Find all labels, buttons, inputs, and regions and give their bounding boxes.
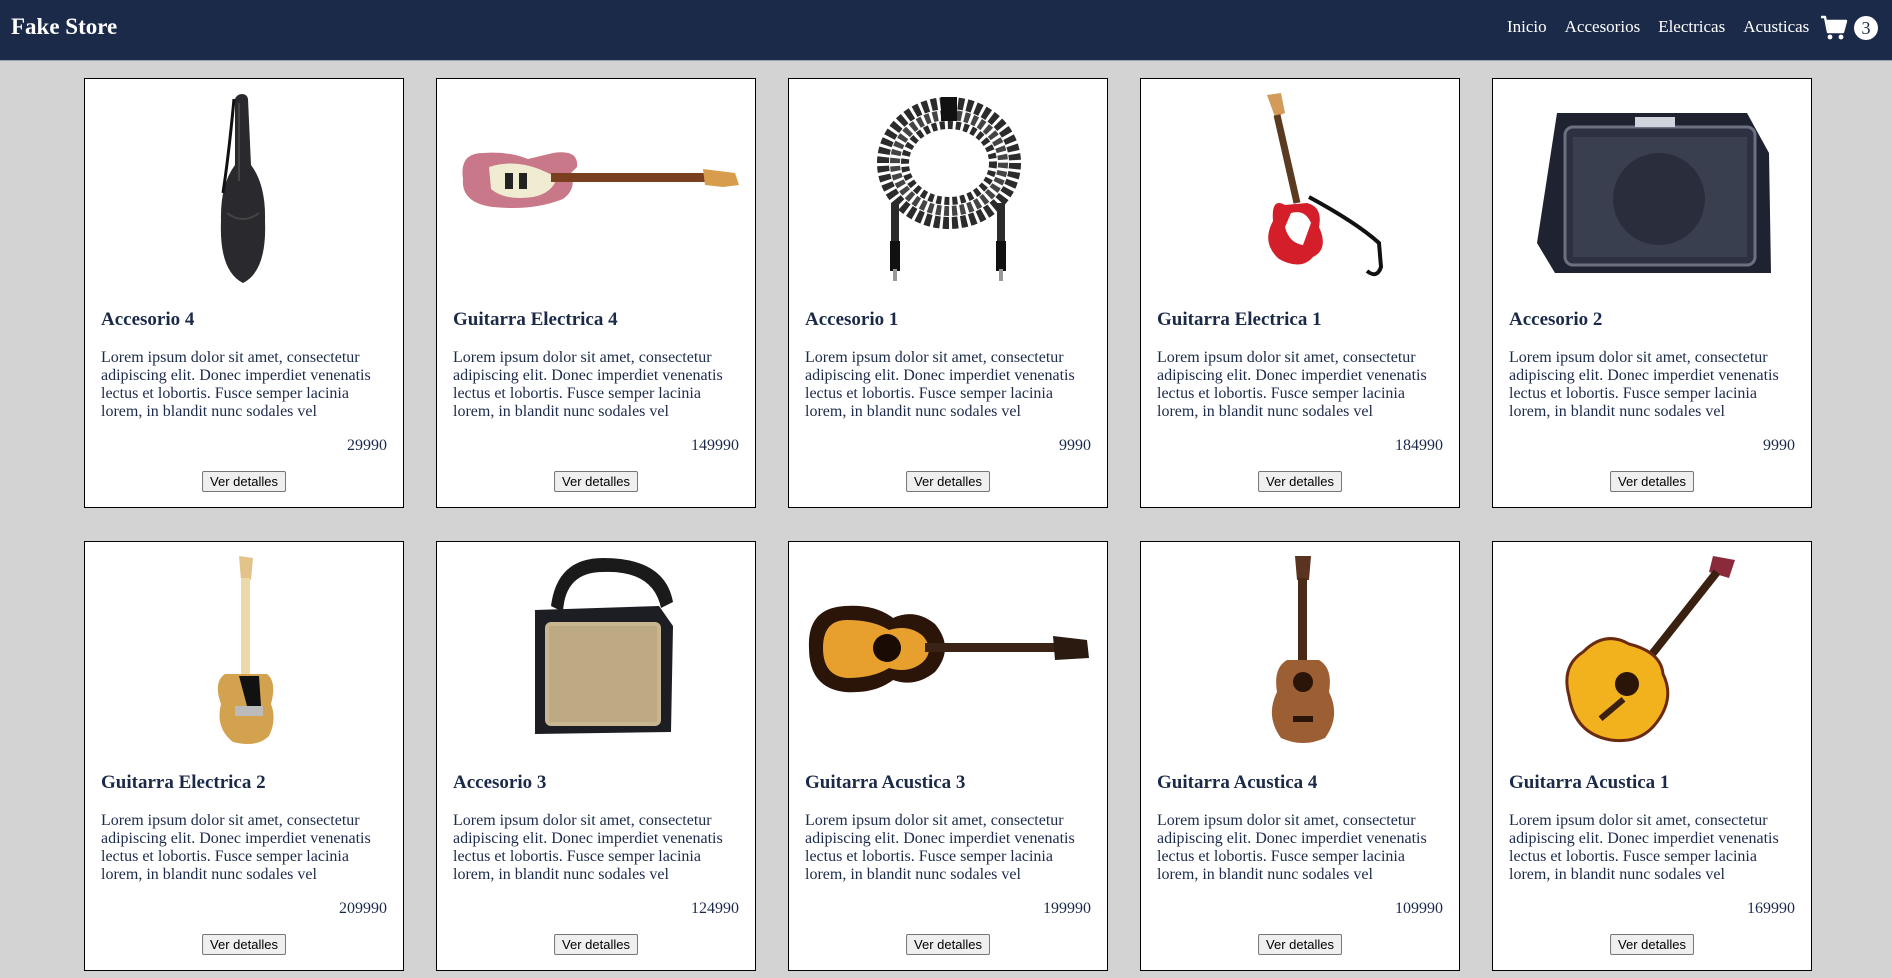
view-details-button[interactable]: Ver detalles [202, 934, 286, 955]
product-price: 209990 [339, 900, 387, 917]
yellow-classical-guitar-image [1509, 556, 1797, 746]
red-electric-guitar-image [1157, 93, 1445, 283]
product-card: Guitarra Electrica 4 Lorem ipsum dolor s… [436, 78, 756, 508]
nav-links: Inicio Accesorios Electricas Acusticas [1507, 17, 1809, 37]
product-card: Guitarra Acustica 4 Lorem ipsum dolor si… [1140, 541, 1460, 971]
product-description: Lorem ipsum dolor sit amet, consectetur … [101, 349, 371, 420]
product-card: Accesorio 1 Lorem ipsum dolor sit amet, … [788, 78, 1108, 508]
cart-count-badge: 3 [1854, 16, 1878, 40]
view-details-button[interactable]: Ver detalles [1610, 934, 1694, 955]
product-title: Guitarra Acustica 1 [1509, 772, 1670, 793]
product-price: 199990 [1043, 900, 1091, 917]
navbar: Fake Store Inicio Accesorios Electricas … [0, 0, 1892, 61]
product-title: Accesorio 2 [1509, 309, 1603, 330]
product-price: 169990 [1747, 900, 1795, 917]
product-description: Lorem ipsum dolor sit amet, consectetur … [1157, 349, 1427, 420]
product-card: Accesorio 4 Lorem ipsum dolor sit amet, … [84, 78, 404, 508]
product-title: Guitarra Acustica 3 [805, 772, 966, 793]
product-card: Guitarra Acustica 1 Lorem ipsum dolor si… [1492, 541, 1812, 971]
pink-electric-guitar-image [453, 93, 741, 283]
view-details-button[interactable]: Ver detalles [554, 471, 638, 492]
cart-button[interactable]: 3 [1820, 12, 1882, 44]
product-title: Accesorio 4 [101, 309, 195, 330]
product-title: Guitarra Acustica 4 [1157, 772, 1318, 793]
brand-logo[interactable]: Fake Store [11, 14, 117, 40]
product-title: Guitarra Electrica 4 [453, 309, 618, 330]
product-title: Guitarra Electrica 1 [1157, 309, 1322, 330]
product-card: Accesorio 2 Lorem ipsum dolor sit amet, … [1492, 78, 1812, 508]
product-card: Accesorio 3 Lorem ipsum dolor sit amet, … [436, 541, 756, 971]
wood-acoustic-guitar-image [1157, 556, 1445, 746]
product-card: Guitarra Electrica 2 Lorem ipsum dolor s… [84, 541, 404, 971]
product-description: Lorem ipsum dolor sit amet, consectetur … [453, 349, 723, 420]
view-details-button[interactable]: Ver detalles [1258, 934, 1342, 955]
product-description: Lorem ipsum dolor sit amet, consectetur … [805, 349, 1075, 420]
product-price: 29990 [347, 437, 387, 454]
product-card: Guitarra Electrica 1 Lorem ipsum dolor s… [1140, 78, 1460, 508]
product-description: Lorem ipsum dolor sit amet, consectetur … [805, 812, 1075, 883]
product-price: 9990 [1763, 437, 1795, 454]
nav-link-inicio[interactable]: Inicio [1507, 17, 1547, 37]
product-price: 184990 [1395, 437, 1443, 454]
product-title: Accesorio 1 [805, 309, 899, 330]
product-description: Lorem ipsum dolor sit amet, consectetur … [1509, 349, 1779, 420]
product-grid: Accesorio 4 Lorem ipsum dolor sit amet, … [84, 78, 1812, 971]
product-price: 124990 [691, 900, 739, 917]
product-price: 9990 [1059, 437, 1091, 454]
nav-link-accesorios[interactable]: Accesorios [1565, 17, 1641, 37]
view-details-button[interactable]: Ver detalles [202, 471, 286, 492]
product-title: Accesorio 3 [453, 772, 547, 793]
view-details-button[interactable]: Ver detalles [1258, 471, 1342, 492]
view-details-button[interactable]: Ver detalles [554, 934, 638, 955]
product-description: Lorem ipsum dolor sit amet, consectetur … [1157, 812, 1427, 883]
sunburst-acoustic-guitar-image [805, 556, 1093, 746]
product-title: Guitarra Electrica 2 [101, 772, 266, 793]
product-description: Lorem ipsum dolor sit amet, consectetur … [453, 812, 723, 883]
small-amplifier-image [453, 556, 741, 746]
natural-electric-guitar-image [101, 556, 389, 746]
product-description: Lorem ipsum dolor sit amet, consectetur … [101, 812, 371, 883]
gig-bag-image [101, 93, 389, 283]
product-price: 109990 [1395, 900, 1443, 917]
view-details-button[interactable]: Ver detalles [906, 934, 990, 955]
product-description: Lorem ipsum dolor sit amet, consectetur … [1509, 812, 1779, 883]
view-details-button[interactable]: Ver detalles [1610, 471, 1694, 492]
shopping-cart-icon [1821, 15, 1848, 40]
product-price: 149990 [691, 437, 739, 454]
product-card: Guitarra Acustica 3 Lorem ipsum dolor si… [788, 541, 1108, 971]
nav-link-electricas[interactable]: Electricas [1658, 17, 1725, 37]
nav-link-acusticas[interactable]: Acusticas [1743, 17, 1809, 37]
amplifier-image [1509, 93, 1797, 283]
view-details-button[interactable]: Ver detalles [906, 471, 990, 492]
guitar-cable-image [805, 93, 1093, 283]
